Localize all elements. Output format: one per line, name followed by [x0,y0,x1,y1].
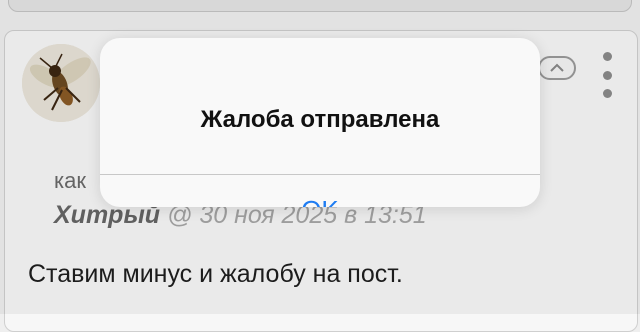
alert-title: Жалоба отправлена [200,106,440,133]
alert-dialog: Жалоба отправлена OK [100,38,540,207]
ok-button[interactable]: OK [100,175,540,207]
